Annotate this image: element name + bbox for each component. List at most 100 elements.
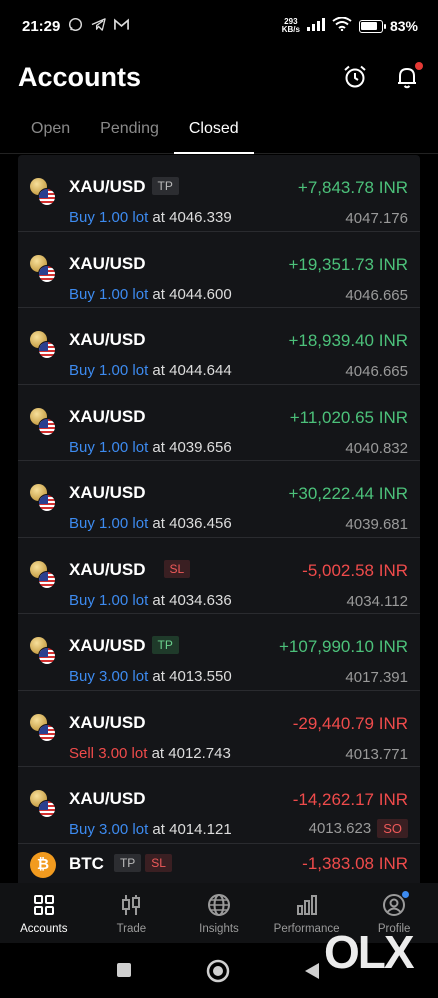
trade-side: Buy	[69, 668, 95, 685]
trade-at: at	[152, 821, 165, 838]
recents-icon[interactable]	[116, 962, 132, 978]
tab-bar: Open Pending Closed	[0, 108, 438, 154]
trade-row[interactable]: XAU/USD Buy 1.00 lot at 4036.456 +30,222…	[18, 461, 420, 538]
trade-lots: 1.00 lot	[99, 515, 149, 532]
nav-accounts[interactable]: Accounts	[0, 883, 88, 943]
sl-badge: SL	[145, 853, 172, 872]
bell-icon[interactable]	[394, 62, 423, 90]
trade-lots: 3.00 lot	[99, 821, 149, 838]
xau-usd-icon	[30, 484, 58, 512]
trade-symbol: XAU/USD	[69, 559, 146, 579]
grid-icon	[33, 895, 54, 915]
xau-usd-icon	[30, 637, 58, 665]
trade-side: Buy	[69, 362, 95, 379]
page-title: Accounts	[18, 61, 142, 92]
trade-symbol: XAU/USD	[69, 789, 146, 808]
nav-label: Insights	[199, 923, 239, 935]
open-price: 4039.656	[169, 438, 232, 456]
tab-closed[interactable]: Closed	[173, 108, 254, 154]
close-price: 4017.391	[345, 669, 408, 686]
tp-badge: TP	[151, 636, 179, 654]
home-icon[interactable]	[206, 959, 230, 983]
status-bar: 21:29 293 KB/s 83%	[0, 0, 438, 52]
trade-side: Buy	[69, 591, 95, 609]
so-badge: SO	[377, 819, 408, 838]
whatsapp-icon	[68, 17, 83, 35]
trade-row[interactable]: XAU/USD Buy 1.00 lot at 4039.656 +11,020…	[18, 385, 420, 461]
trade-side: Buy	[69, 515, 95, 532]
trade-row[interactable]: XAU/USD Buy 1.00 lot at 4044.644 +18,939…	[18, 308, 420, 385]
open-price: 4046.339	[169, 209, 232, 226]
wifi-icon	[332, 16, 352, 35]
close-price: 4013.623	[308, 820, 372, 837]
trade-row[interactable]: ₿ BTC TP SL -1,383.08 INR	[18, 844, 420, 884]
trade-row[interactable]: XAU/USD Buy 1.00 lot at 4044.600 +19,351…	[18, 232, 420, 308]
trade-symbol: XAU/USD	[69, 330, 146, 349]
trade-row[interactable]: XAU/USD TP Buy 1.00 lot at 4046.339 +7,84…	[18, 155, 420, 232]
xau-usd-icon	[30, 178, 58, 206]
back-icon[interactable]	[304, 962, 320, 980]
trade-side: Buy	[69, 821, 95, 838]
trade-pnl: -14,262.17 INR	[292, 790, 408, 809]
close-price: 4013.771	[345, 745, 408, 763]
nav-label: Trade	[116, 923, 147, 935]
trade-lots: 1.00 lot	[99, 362, 149, 379]
trade-side: Buy	[69, 285, 95, 303]
trade-side: Sell	[69, 744, 95, 762]
tab-pending[interactable]: Pending	[85, 108, 174, 154]
trade-at: at	[152, 438, 165, 456]
battery-icon	[358, 19, 386, 33]
trade-pnl: +19,351.73 INR	[288, 254, 408, 274]
trade-pnl: -5,002.58 INR	[302, 560, 408, 580]
profile-notification-dot	[402, 891, 410, 898]
trade-symbol: XAU/USD	[69, 636, 146, 655]
trade-symbol: XAU/USD	[69, 253, 146, 273]
trade-pnl: +30,222.44 INR	[288, 484, 408, 503]
nav-label: Accounts	[20, 923, 68, 935]
close-price: 4039.681	[345, 516, 408, 533]
trade-lots: 1.00 lot	[99, 438, 149, 456]
close-price: 4040.832	[345, 439, 408, 457]
closed-trades-list[interactable]: XAU/USD TP Buy 1.00 lot at 4046.339 +7,84…	[18, 155, 420, 883]
open-price: 4034.636	[169, 591, 232, 609]
telegram-icon	[91, 17, 107, 35]
trade-lots: 3.00 lot	[99, 668, 149, 685]
nav-insights[interactable]: Insights	[175, 883, 263, 943]
trade-symbol: XAU/USD	[69, 177, 146, 196]
close-price: 4047.176	[345, 210, 408, 227]
trade-side: Buy	[69, 438, 95, 456]
signal-icon	[306, 17, 325, 35]
trade-side: Buy	[69, 209, 95, 226]
trade-row[interactable]: XAU/USD SL Buy 1.00 lot at 4034.636 -5,00…	[18, 538, 420, 614]
tp-badge: TP	[151, 177, 179, 195]
network-speed: 293 KB/s	[281, 17, 300, 34]
trade-row[interactable]: XAU/USD Sell 3.00 lot at 4012.743 -29,44…	[18, 691, 420, 767]
sl-badge: SL	[163, 559, 191, 578]
trade-pnl: -29,440.79 INR	[292, 713, 408, 733]
trade-at: at	[152, 668, 165, 685]
close-price: 4034.112	[346, 592, 408, 610]
trade-row[interactable]: XAU/USD TP Buy 3.00 lot at 4013.550 +107,…	[18, 614, 420, 691]
trade-at: at	[152, 209, 165, 226]
xau-usd-icon	[30, 713, 58, 742]
candlestick-icon	[122, 895, 141, 915]
xau-usd-icon	[30, 790, 58, 818]
trade-symbol: XAU/USD	[69, 712, 146, 732]
olx-watermark: OLX	[324, 926, 415, 978]
trade-pnl: +18,939.40 INR	[288, 331, 408, 350]
trade-pnl: -1,383.08 INR	[302, 853, 408, 873]
alarm-clock-icon[interactable]	[342, 64, 368, 90]
tab-open[interactable]: Open	[16, 108, 85, 154]
status-time: 21:29	[22, 17, 61, 35]
nav-trade[interactable]: Trade	[88, 883, 176, 943]
trade-row[interactable]: XAU/USD Buy 3.00 lot at 4014.121 -14,262…	[18, 767, 420, 844]
trade-symbol: XAU/USD	[69, 406, 146, 426]
open-price: 4012.743	[168, 744, 231, 762]
gmail-icon	[114, 18, 130, 34]
close-price: 4046.665	[345, 286, 408, 304]
trade-at: at	[152, 285, 165, 303]
notification-dot	[415, 62, 423, 70]
trade-at: at	[152, 362, 165, 379]
trade-at: at	[152, 515, 165, 532]
bar-chart-icon	[296, 895, 317, 915]
